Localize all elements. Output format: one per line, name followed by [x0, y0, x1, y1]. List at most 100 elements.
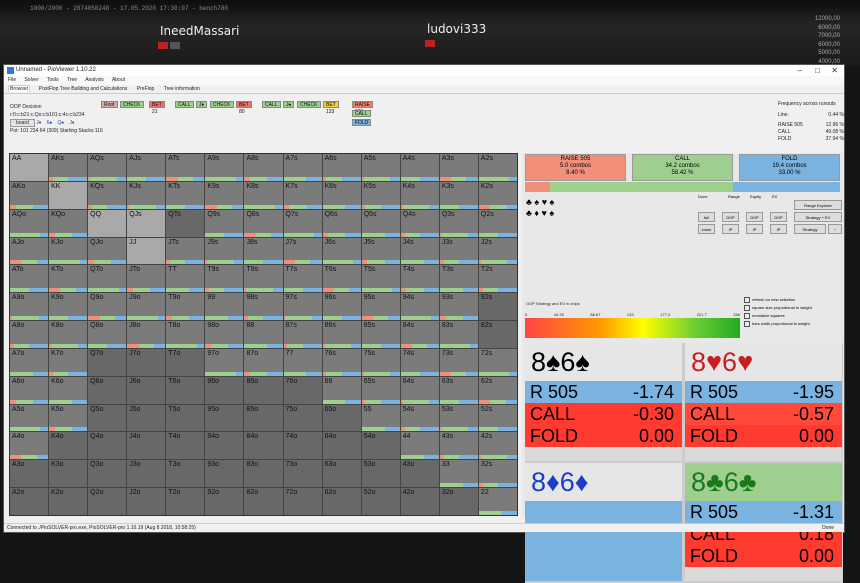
hand-cell-Q4s[interactable]: Q4s [400, 209, 439, 237]
hand-cell-74s[interactable]: 74s [400, 348, 439, 376]
action-10[interactable]: BET 133 [323, 101, 339, 115]
hand-cell-JTs[interactable]: JTs [166, 237, 205, 265]
full-button[interactable]: full [698, 212, 715, 222]
menu-solver[interactable]: Solver [24, 77, 38, 83]
hand-cell-63s[interactable]: 63s [439, 376, 478, 404]
combo-2[interactable]: 8♦6♦ [525, 463, 682, 581]
hand-cell-83o[interactable]: 83o [244, 460, 283, 488]
hand-cell-98o[interactable]: 98o [205, 321, 244, 348]
hand-cell-A6s[interactable]: A6s [322, 154, 361, 181]
hand-cell-52o[interactable]: 52o [361, 488, 400, 515]
hand-cell-62s[interactable]: 62s [478, 376, 517, 404]
hand-cell-K6s[interactable]: K6s [322, 181, 361, 209]
action-1[interactable]: CHECK [120, 101, 144, 108]
close-icon[interactable]: ✕ [831, 65, 838, 76]
hand-cell-K5o[interactable]: K5o [49, 404, 88, 432]
hand-cell-A8o[interactable]: A8o [10, 321, 49, 348]
hand-cell-J9o[interactable]: J9o [127, 293, 166, 321]
hand-cell-87s[interactable]: 87s [283, 321, 322, 348]
hand-cell-42s[interactable]: 42s [478, 432, 517, 460]
summary-raise[interactable]: RAISE 505 5.0 combos 8.40 % [525, 154, 626, 181]
hand-cell-64s[interactable]: 64s [400, 376, 439, 404]
hand-cell-K7s[interactable]: K7s [283, 181, 322, 209]
hand-cell-A8s[interactable]: A8s [244, 154, 283, 181]
checkbox-normalize[interactable]: normalize squares [744, 312, 812, 320]
hand-cell-55[interactable]: 55 [361, 404, 400, 432]
hand-cell-KTo[interactable]: KTo [49, 265, 88, 293]
hand-cell-A3o[interactable]: A3o [10, 460, 49, 488]
hand-cell-K4o[interactable]: K4o [49, 432, 88, 460]
hand-cell-J8s[interactable]: J8s [244, 237, 283, 265]
arrow-card[interactable]: J♦ [36, 120, 41, 126]
action-7[interactable]: CALL [262, 101, 281, 108]
hand-cell-ATo[interactable]: ATo [10, 265, 49, 293]
hand-cell-82o[interactable]: 82o [244, 488, 283, 515]
action-2[interactable]: BET 21 [149, 101, 165, 115]
action-6[interactable]: BET 80 [236, 101, 252, 115]
hand-cell-KK[interactable]: KK [49, 181, 88, 209]
hand-cell-K9s[interactable]: K9s [205, 181, 244, 209]
hand-cell-KJs[interactable]: KJs [127, 181, 166, 209]
hand-cell-84o[interactable]: 84o [244, 432, 283, 460]
hand-cell-Q8o[interactable]: Q8o [88, 321, 127, 348]
action-0[interactable]: Root [101, 101, 118, 108]
hand-cell-99[interactable]: 99 [205, 293, 244, 321]
hand-cell-A7o[interactable]: A7o [10, 348, 49, 376]
hand-cell-62o[interactable]: 62o [322, 488, 361, 515]
hand-cell-63o[interactable]: 63o [322, 460, 361, 488]
summary-fold[interactable]: FOLD 19.4 combos 33.00 % [739, 154, 840, 181]
hand-cell-T4o[interactable]: T4o [166, 432, 205, 460]
ev-ip-button[interactable]: IP [770, 224, 787, 234]
hand-cell-53s[interactable]: 53s [439, 404, 478, 432]
hand-cell-96o[interactable]: 96o [205, 376, 244, 404]
hand-cell-KQo[interactable]: KQo [49, 209, 88, 237]
hand-cell-84s[interactable]: 84s [400, 321, 439, 348]
hand-cell-K8o[interactable]: K8o [49, 321, 88, 348]
hand-cell-73s[interactable]: 73s [439, 348, 478, 376]
hand-cell-A4o[interactable]: A4o [10, 432, 49, 460]
hand-cell-A7s[interactable]: A7s [283, 154, 322, 181]
hand-cell-97o[interactable]: 97o [205, 348, 244, 376]
hand-cell-32o[interactable]: 32o [439, 488, 478, 515]
hand-cell-Q6o[interactable]: Q6o [88, 376, 127, 404]
zoom-button[interactable]: zoom [698, 224, 715, 234]
hand-cell-T3s[interactable]: T3s [439, 265, 478, 293]
hand-cell-53o[interactable]: 53o [361, 460, 400, 488]
hand-cell-AQs[interactable]: AQs [88, 154, 127, 181]
hand-cell-94s[interactable]: 94s [400, 293, 439, 321]
hand-cell-Q2s[interactable]: Q2s [478, 209, 517, 237]
hand-cell-95s[interactable]: 95s [361, 293, 400, 321]
action-sub-1[interactable]: FOLD [352, 119, 372, 126]
combo-0[interactable]: 8♠6♠ R 505 -1.74 CALL -0.30 FOLD 0.00 [525, 343, 682, 461]
hand-cell-T9s[interactable]: T9s [205, 265, 244, 293]
hand-cell-43o[interactable]: 43o [400, 460, 439, 488]
hand-cell-65o[interactable]: 65o [322, 404, 361, 432]
hand-cell-33[interactable]: 33 [439, 460, 478, 488]
hand-cell-T7s[interactable]: T7s [283, 265, 322, 293]
hand-cell-43s[interactable]: 43s [439, 432, 478, 460]
ev-oop-button[interactable]: OOP [770, 212, 787, 222]
hand-cell-64o[interactable]: 64o [322, 432, 361, 460]
hand-cell-T8o[interactable]: T8o [166, 321, 205, 348]
range-ip-button[interactable]: IP [722, 224, 739, 234]
hand-cell-J7o[interactable]: J7o [127, 348, 166, 376]
hand-cell-J2o[interactable]: J2o [127, 488, 166, 515]
tab-postflop[interactable]: PostFlop Tree Building and Calculations [38, 86, 129, 92]
hand-cell-65s[interactable]: 65s [361, 376, 400, 404]
hand-cell-86o[interactable]: 86o [244, 376, 283, 404]
hand-cell-J5s[interactable]: J5s [361, 237, 400, 265]
arrow-card[interactable]: 6♠ [47, 120, 52, 126]
hand-cell-T4s[interactable]: T4s [400, 265, 439, 293]
hand-cell-Q5o[interactable]: Q5o [88, 404, 127, 432]
hand-cell-98s[interactable]: 98s [244, 293, 283, 321]
suit-filter[interactable]: ♣ ♠ ♥ ♠ ♣ ♦ ♥ ♠ [526, 197, 554, 219]
hand-cell-J3o[interactable]: J3o [127, 460, 166, 488]
hand-cell-TT[interactable]: TT [166, 265, 205, 293]
tab-tree-information[interactable]: Tree information [163, 86, 201, 92]
hand-cell-92o[interactable]: 92o [205, 488, 244, 515]
hand-cell-A9s[interactable]: A9s [205, 154, 244, 181]
strategy-ev-button[interactable]: Strategy + EV [794, 212, 842, 222]
hand-cell-JJ[interactable]: JJ [127, 237, 166, 265]
suit-row[interactable]: ♣ ♦ ♥ ♠ [526, 208, 554, 219]
hand-cell-97s[interactable]: 97s [283, 293, 322, 321]
